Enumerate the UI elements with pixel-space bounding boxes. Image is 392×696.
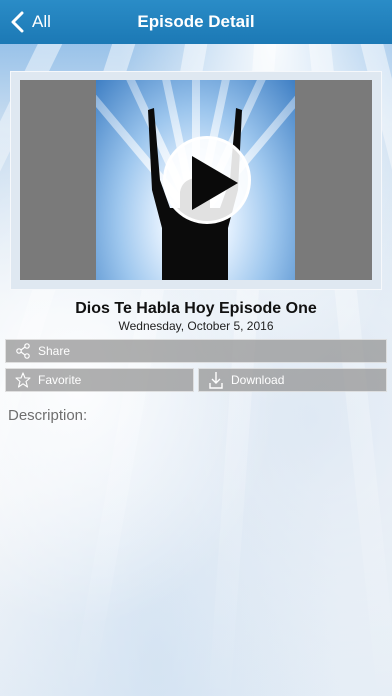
download-button[interactable]: Download <box>198 368 387 392</box>
favorite-label: Favorite <box>38 373 82 387</box>
video-area[interactable] <box>20 80 372 280</box>
share-label: Share <box>38 344 71 358</box>
description-label: Description: <box>8 407 88 424</box>
play-button[interactable] <box>163 136 251 224</box>
episode-date: Wednesday, October 5, 2016 <box>118 319 274 333</box>
share-icon <box>12 340 34 362</box>
star-icon <box>12 369 34 391</box>
download-icon <box>205 369 227 391</box>
page-title: Episode Detail <box>137 12 255 31</box>
favorite-button[interactable]: Favorite <box>5 368 194 392</box>
play-icon <box>192 156 238 210</box>
episode-title: Dios Te Habla Hoy Episode One <box>75 300 317 317</box>
download-label: Download <box>231 373 285 387</box>
nav-bar: All Episode Detail <box>0 0 392 44</box>
media-player <box>10 71 382 290</box>
share-button[interactable]: Share <box>5 339 387 363</box>
